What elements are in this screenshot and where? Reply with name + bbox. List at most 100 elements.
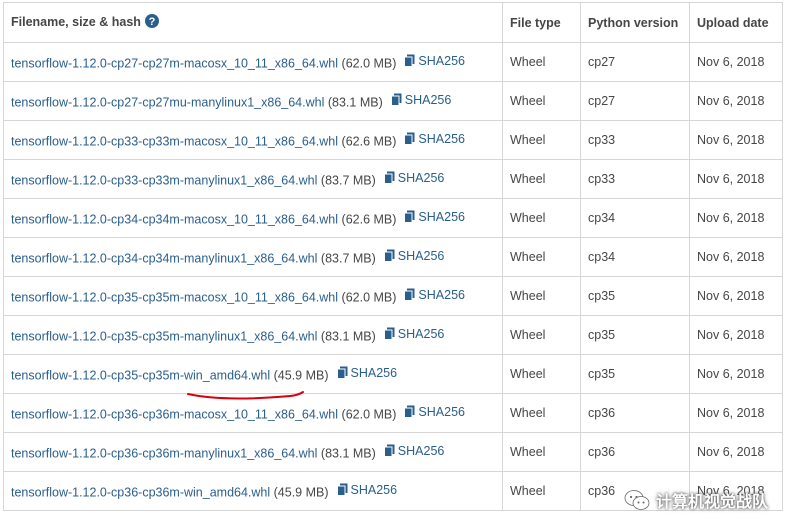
cell-upload-date: Nov 6, 2018 <box>689 198 783 238</box>
files-table: Filename, size & hash? File type Python … <box>3 2 783 511</box>
sha256-link[interactable]: SHA256 <box>404 132 465 146</box>
cell-file-type: Wheel <box>502 315 581 355</box>
sha256-link[interactable]: SHA256 <box>404 210 465 224</box>
cell-file-type: Wheel <box>502 120 581 160</box>
cell-file-type: Wheel <box>502 237 581 277</box>
sha256-link[interactable]: SHA256 <box>336 365 398 380</box>
sha256-label: SHA256 <box>418 209 465 224</box>
cell-file-type: Wheel <box>502 354 581 394</box>
clipboard-icon <box>404 210 415 224</box>
header-filename: Filename, size & hash? <box>3 2 503 43</box>
cell-python-version: cp35 <box>580 315 690 355</box>
cell-upload-date: Nov 6, 2018 <box>689 120 783 160</box>
clipboard-icon <box>404 288 415 302</box>
table-row: tensorflow-1.12.0-cp35-cp35m-manylinux1_… <box>3 315 783 355</box>
sha256-link[interactable]: SHA256 <box>404 288 465 302</box>
table-row: tensorflow-1.12.0-cp36-cp36m-macosx_10_1… <box>3 393 783 433</box>
table-row: tensorflow-1.12.0-cp34-cp34m-manylinux1_… <box>3 237 783 277</box>
file-size: (83.1 MB) <box>320 446 376 461</box>
table-row: tensorflow-1.12.0-cp36-cp36m-manylinux1_… <box>3 432 783 472</box>
sha256-label: SHA256 <box>350 365 398 380</box>
table-row: tensorflow-1.12.0-cp27-cp27mu-manylinux1… <box>3 81 783 121</box>
cell-python-version: cp36 <box>580 432 690 472</box>
filename-link[interactable]: tensorflow-1.12.0-cp35-cp35m-manylinux1_… <box>11 329 317 343</box>
cell-file-type: Wheel <box>502 42 581 82</box>
cell-upload-date: Nov 6, 2018 <box>689 432 783 472</box>
cell-python-version: cp33 <box>580 159 690 199</box>
filename-link[interactable]: tensorflow-1.12.0-cp35-cp35m-macosx_10_1… <box>11 290 338 304</box>
header-filename-label: Filename, size & hash <box>11 15 141 29</box>
file-size: (62.6 MB) <box>341 212 397 227</box>
cell-filename: tensorflow-1.12.0-cp27-cp27mu-manylinux1… <box>3 81 503 121</box>
clipboard-icon <box>404 405 415 419</box>
sha256-link[interactable]: SHA256 <box>390 93 451 107</box>
filename-link[interactable]: tensorflow-1.12.0-cp34-cp34m-manylinux1_… <box>11 251 317 265</box>
cell-filename: tensorflow-1.12.0-cp35-cp35m-win_amd64.w… <box>3 354 503 394</box>
sha256-link[interactable]: SHA256 <box>336 482 398 497</box>
sha256-link[interactable]: SHA256 <box>383 326 445 341</box>
sha256-label: SHA256 <box>418 131 465 146</box>
table-row: tensorflow-1.12.0-cp35-cp35m-win_amd64.w… <box>3 354 783 394</box>
header-python-version: Python version <box>580 2 690 43</box>
sha256-link[interactable]: SHA256 <box>383 444 444 458</box>
clipboard-icon <box>383 327 395 341</box>
sha256-label: SHA256 <box>397 326 445 341</box>
sha256-label: SHA256 <box>397 248 445 263</box>
file-size: (62.6 MB) <box>341 134 397 149</box>
cell-file-type: Wheel <box>502 159 581 199</box>
cell-upload-date: Nov 6, 2018 <box>689 237 783 277</box>
filename-link[interactable]: tensorflow-1.12.0-cp36-cp36m-manylinux1_… <box>11 446 317 460</box>
cell-upload-date: Nov 6, 2018 <box>689 159 783 199</box>
filename-link[interactable]: tensorflow-1.12.0-cp33-cp33m-macosx_10_1… <box>11 134 338 148</box>
cell-upload-date: Nov 6, 2018 <box>689 42 783 82</box>
filename-link[interactable]: tensorflow-1.12.0-cp36-cp36m-macosx_10_1… <box>11 407 338 421</box>
sha256-link[interactable]: SHA256 <box>383 171 444 185</box>
filename-link[interactable]: tensorflow-1.12.0-cp27-cp27mu-manylinux1… <box>11 95 324 109</box>
cell-filename: tensorflow-1.12.0-cp27-cp27m-macosx_10_1… <box>3 42 503 82</box>
cell-upload-date: Nov 6, 2018 <box>689 81 783 121</box>
filename-link[interactable]: tensorflow-1.12.0-cp34-cp34m-macosx_10_1… <box>11 212 338 226</box>
header-filetype: File type <box>502 2 581 43</box>
table-header-row: Filename, size & hash? File type Python … <box>3 2 783 43</box>
cell-filename: tensorflow-1.12.0-cp35-cp35m-manylinux1_… <box>3 315 503 355</box>
cell-filename: tensorflow-1.12.0-cp36-cp36m-manylinux1_… <box>3 432 503 472</box>
sha256-link[interactable]: SHA256 <box>404 405 465 419</box>
cell-python-version: cp33 <box>580 120 690 160</box>
clipboard-icon <box>383 444 395 458</box>
sha256-link[interactable]: SHA256 <box>404 54 465 68</box>
cell-filename: tensorflow-1.12.0-cp33-cp33m-manylinux1_… <box>3 159 503 199</box>
cell-filename: tensorflow-1.12.0-cp36-cp36m-macosx_10_1… <box>3 393 503 433</box>
cell-filename: tensorflow-1.12.0-cp34-cp34m-macosx_10_1… <box>3 198 503 238</box>
cell-filename: tensorflow-1.12.0-cp34-cp34m-manylinux1_… <box>3 237 503 277</box>
clipboard-icon <box>404 54 415 68</box>
clipboard-icon <box>383 249 395 263</box>
clipboard-icon <box>336 483 348 497</box>
filename-link[interactable]: tensorflow-1.12.0-cp33-cp33m-manylinux1_… <box>11 173 317 187</box>
file-size: (62.0 MB) <box>341 56 397 71</box>
cell-upload-date: Nov 6, 2018 <box>689 354 783 394</box>
cell-file-type: Wheel <box>502 81 581 121</box>
question-circle-icon[interactable]: ? <box>144 14 159 31</box>
cell-python-version: cp27 <box>580 42 690 82</box>
watermark-text: 计算机视觉战队 <box>655 494 768 511</box>
clipboard-icon <box>336 366 348 380</box>
cell-file-type: Wheel <box>502 276 581 316</box>
svg-text:?: ? <box>149 16 156 28</box>
cell-python-version: cp36 <box>580 393 690 433</box>
filename-link[interactable]: tensorflow-1.12.0-cp36-cp36m-win_amd64.w… <box>11 485 270 499</box>
file-size: (45.9 MB) <box>273 485 329 500</box>
sha256-link[interactable]: SHA256 <box>383 248 445 263</box>
file-size: (83.1 MB) <box>327 95 383 110</box>
file-size: (45.9 MB) <box>273 368 329 383</box>
file-size: (62.0 MB) <box>341 290 397 305</box>
table-row: tensorflow-1.12.0-cp34-cp34m-macosx_10_1… <box>3 198 783 238</box>
cell-python-version: cp34 <box>580 198 690 238</box>
filename-link[interactable]: tensorflow-1.12.0-cp27-cp27m-macosx_10_1… <box>11 56 338 70</box>
file-size: (62.0 MB) <box>341 407 397 422</box>
sha256-label: SHA256 <box>350 482 398 497</box>
filename-link[interactable]: tensorflow-1.12.0-cp35-cp35m-win_amd64.w… <box>11 368 270 382</box>
table-row: tensorflow-1.12.0-cp33-cp33m-macosx_10_1… <box>3 120 783 160</box>
clipboard-icon <box>390 93 402 107</box>
header-upload-date: Upload date <box>689 2 783 43</box>
file-size: (83.7 MB) <box>320 173 376 188</box>
